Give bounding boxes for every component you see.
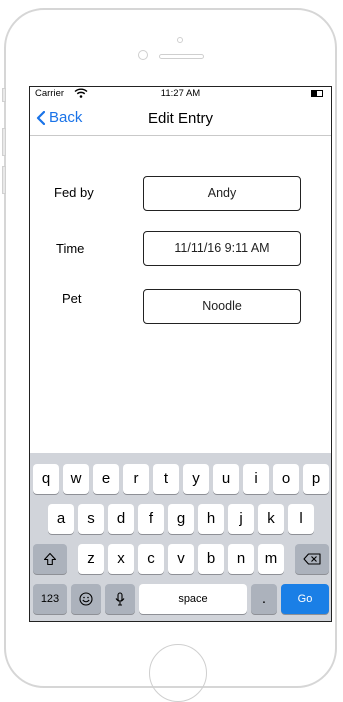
key-j[interactable]: j [228, 504, 254, 534]
status-bar: Carrier 11:27 AM [30, 87, 331, 101]
emoji-key[interactable] [71, 584, 101, 614]
clock: 11:27 AM [160, 88, 201, 99]
key-i[interactable]: i [243, 464, 269, 494]
delete-key[interactable] [295, 544, 329, 574]
key-e[interactable]: e [93, 464, 119, 494]
numbers-key[interactable]: 123 [33, 584, 67, 614]
key-c[interactable]: c [138, 544, 164, 574]
key-b[interactable]: b [198, 544, 224, 574]
key-t[interactable]: t [153, 464, 179, 494]
emoji-icon [79, 592, 93, 606]
space-key[interactable]: space [139, 584, 247, 614]
pet-field[interactable]: Noodle [143, 289, 301, 324]
microphone-icon [115, 592, 125, 606]
time-label: Time [56, 241, 85, 256]
fed-by-field[interactable]: Andy [143, 176, 301, 211]
key-f[interactable]: f [138, 504, 164, 534]
page-title: Edit Entry [147, 110, 214, 127]
pet-label: Pet [62, 291, 82, 306]
key-y[interactable]: y [183, 464, 209, 494]
front-camera [138, 50, 148, 60]
key-g[interactable]: g [168, 504, 194, 534]
navigation-bar: Back Edit Entry [30, 101, 331, 136]
home-button[interactable] [149, 644, 207, 702]
key-h[interactable]: h [198, 504, 224, 534]
shift-key[interactable] [33, 544, 67, 574]
battery-icon [311, 90, 323, 97]
key-u[interactable]: u [213, 464, 239, 494]
speaker-grille [159, 54, 204, 59]
dictation-key[interactable] [105, 584, 135, 614]
key-d[interactable]: d [108, 504, 134, 534]
fed-by-label: Fed by [54, 185, 94, 200]
time-field[interactable]: 11/11/16 9:11 AM [143, 231, 301, 266]
camera-dot [177, 37, 183, 43]
volume-up-button [2, 128, 6, 156]
key-a[interactable]: a [48, 504, 74, 534]
shift-icon [43, 552, 57, 566]
key-p[interactable]: p [303, 464, 329, 494]
period-key[interactable]: . [251, 584, 277, 614]
screen: Carrier 11:27 AM Back Edit Entry Fed by … [29, 86, 332, 622]
key-v[interactable]: v [168, 544, 194, 574]
silent-switch [2, 88, 6, 102]
key-q[interactable]: q [33, 464, 59, 494]
key-n[interactable]: n [228, 544, 254, 574]
key-s[interactable]: s [78, 504, 104, 534]
backspace-icon [303, 553, 321, 565]
volume-down-button [2, 166, 6, 194]
key-x[interactable]: x [108, 544, 134, 574]
key-r[interactable]: r [123, 464, 149, 494]
key-o[interactable]: o [273, 464, 299, 494]
key-z[interactable]: z [78, 544, 104, 574]
go-key[interactable]: Go [281, 584, 329, 614]
key-m[interactable]: m [258, 544, 284, 574]
key-k[interactable]: k [258, 504, 284, 534]
keyboard: q w e r t y u i o p a s d f g h j k l z … [30, 453, 331, 621]
key-l[interactable]: l [288, 504, 314, 534]
key-w[interactable]: w [63, 464, 89, 494]
